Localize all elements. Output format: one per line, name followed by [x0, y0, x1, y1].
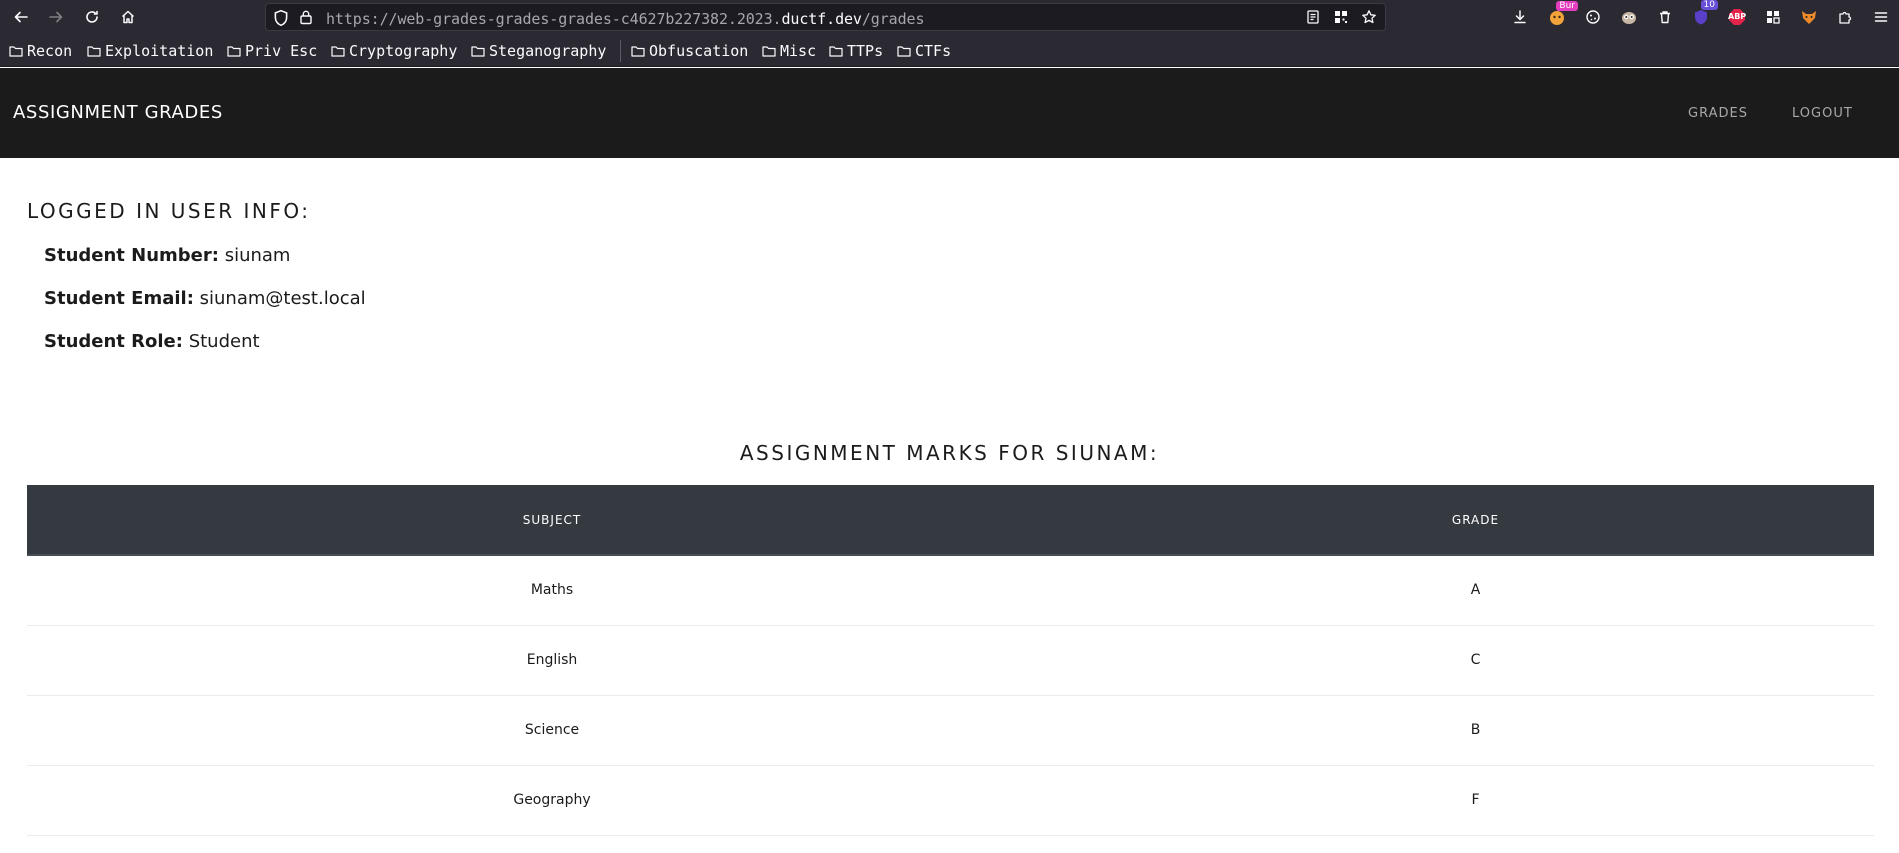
bookmarks-separator — [620, 40, 621, 62]
url-prefix: https://web-grades-grades-grades-c4627b2… — [326, 10, 782, 28]
folder-icon — [631, 46, 645, 57]
nav-link-logout[interactable]: LOGOUT — [1792, 106, 1853, 121]
arrow-left-icon — [14, 11, 28, 23]
tracking-shield-icon[interactable] — [272, 9, 290, 27]
address-bar[interactable]: https://web-grades-grades-grades-c4627b2… — [265, 3, 1386, 31]
user-info-heading: LOGGED IN USER INFO: — [27, 199, 311, 223]
student-email-label: Student Email: — [44, 288, 194, 309]
subject-cell: Science — [27, 695, 1077, 766]
subject-cell: Geography — [27, 765, 1077, 836]
bookmark-exploitation[interactable]: Exploitation — [87, 42, 213, 60]
reader-view-icon[interactable] — [1303, 7, 1323, 27]
table-header-row: SUBJECT GRADE — [27, 485, 1874, 556]
site-navbar: ASSIGNMENT GRADES GRADES LOGOUT — [0, 68, 1899, 158]
student-number-label: Student Number: — [44, 245, 219, 266]
bookmark-ctfs[interactable]: CTFs — [897, 42, 951, 60]
url-domain: ductf.dev — [781, 10, 862, 28]
bookmark-cryptography[interactable]: Cryptography — [331, 42, 457, 60]
column-header-grade: GRADE — [1077, 485, 1874, 556]
bookmark-recon[interactable]: Recon — [9, 42, 72, 60]
table-row: English C — [27, 625, 1874, 696]
student-role-label: Student Role: — [44, 331, 183, 352]
grade-cell: C — [1077, 625, 1874, 696]
adblock-icon[interactable]: ABP — [1726, 6, 1748, 28]
grade-cell: B — [1077, 695, 1874, 766]
burp-badge: Bur — [1556, 1, 1578, 11]
folder-icon — [897, 46, 911, 57]
site-brand[interactable]: ASSIGNMENT GRADES — [13, 102, 223, 123]
cookie-icon[interactable] — [1582, 6, 1604, 28]
shield-ext-badge: 10 — [1700, 0, 1718, 10]
bookmark-priv-esc[interactable]: Priv Esc — [227, 42, 317, 60]
folder-icon — [331, 46, 345, 57]
table-row: Geography F — [27, 765, 1874, 836]
assignment-marks-heading: ASSIGNMENT MARKS FOR SIUNAM: — [739, 441, 1160, 465]
student-number-line: Student Number: siunam — [44, 245, 290, 266]
student-role-value: Student — [188, 331, 260, 352]
adblock-label: ABP — [1728, 12, 1747, 21]
qr-code-icon[interactable] — [1331, 7, 1351, 27]
folder-icon — [829, 46, 843, 57]
bookmark-steganography[interactable]: Steganography — [471, 42, 606, 60]
lock-icon[interactable] — [298, 9, 314, 25]
folder-icon — [87, 46, 101, 57]
url-path: /grades — [861, 10, 925, 28]
hamburger-menu-icon[interactable] — [1870, 6, 1892, 28]
reload-button[interactable] — [80, 5, 104, 29]
back-button[interactable] — [9, 5, 33, 29]
grade-cell: F — [1077, 765, 1874, 836]
reload-icon — [86, 10, 98, 23]
owl-icon[interactable] — [1618, 6, 1640, 28]
bookmark-ttps[interactable]: TTPs — [829, 42, 883, 60]
folder-icon — [9, 46, 23, 57]
forward-button[interactable] — [44, 5, 68, 29]
student-number-value: siunam — [224, 245, 291, 266]
home-button[interactable] — [116, 5, 140, 29]
bookmarks-bar: Recon Exploitation Priv Esc Cryptography… — [0, 34, 1899, 67]
table-row: Science B — [27, 695, 1874, 766]
folder-icon — [227, 46, 241, 57]
fox-icon[interactable] — [1798, 6, 1820, 28]
burp-icon[interactable]: Bur — [1546, 1, 1578, 28]
student-email-line: Student Email: siunam@test.local — [44, 288, 366, 309]
column-header-subject: SUBJECT — [27, 485, 1077, 556]
nav-link-grades[interactable]: GRADES — [1688, 106, 1748, 121]
home-icon — [121, 10, 135, 24]
grades-table: SUBJECT GRADE Maths A English C Science … — [27, 485, 1874, 836]
student-email-value: siunam@test.local — [199, 288, 366, 309]
folder-icon — [762, 46, 776, 57]
url-text[interactable]: https://web-grades-grades-grades-c4627b2… — [326, 10, 924, 28]
grade-cell: A — [1077, 555, 1874, 626]
grid-ext-icon[interactable] — [1762, 6, 1784, 28]
trash-icon[interactable] — [1654, 6, 1676, 28]
subject-cell: Maths — [27, 555, 1077, 626]
table-row: Maths A — [27, 555, 1874, 626]
puzzle-icon[interactable] — [1834, 6, 1856, 28]
browser-toolbar: https://web-grades-grades-grades-c4627b2… — [0, 0, 1899, 34]
subject-cell: English — [27, 625, 1077, 696]
downloads-icon[interactable] — [1509, 6, 1531, 28]
student-role-line: Student Role: Student — [44, 331, 260, 352]
arrow-right-icon — [49, 11, 63, 23]
bookmark-obfuscation[interactable]: Obfuscation — [631, 42, 748, 60]
shield-ext-icon[interactable]: 10 — [1690, 0, 1718, 28]
folder-icon — [471, 46, 485, 57]
bookmark-star-icon[interactable] — [1359, 7, 1379, 27]
bookmark-misc[interactable]: Misc — [762, 42, 816, 60]
